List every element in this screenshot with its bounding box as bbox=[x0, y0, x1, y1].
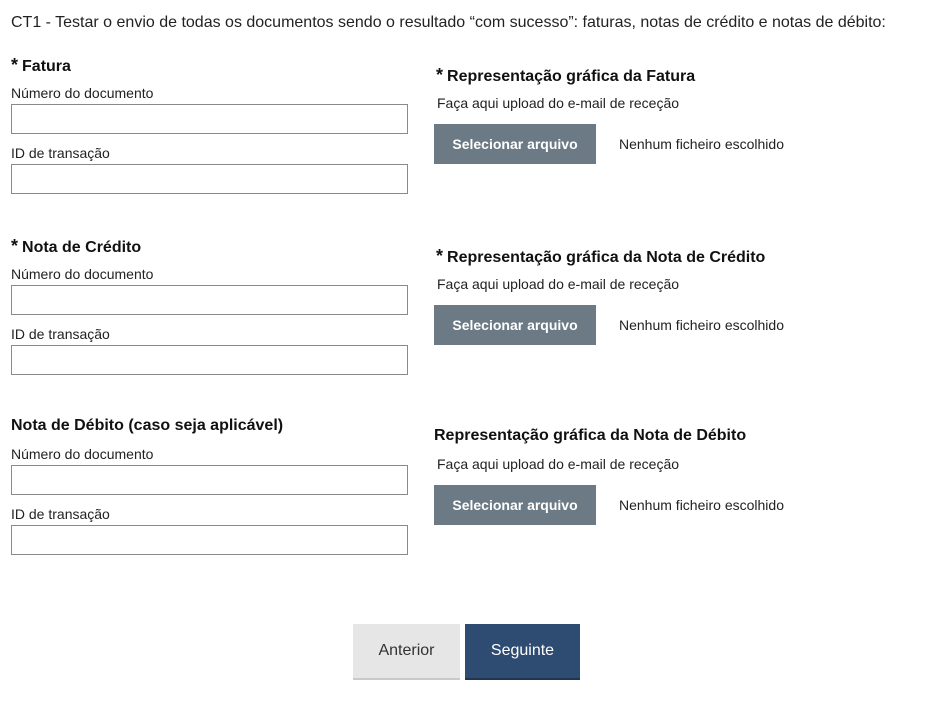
transaction-id-input[interactable] bbox=[11, 525, 408, 555]
upload-title: Representação gráfica da Nota de Débito bbox=[434, 427, 746, 445]
doc-number-label: Número do documento bbox=[11, 85, 154, 101]
previous-button[interactable]: Anterior bbox=[353, 624, 460, 680]
doc-number-input[interactable] bbox=[11, 104, 408, 134]
upload-title-text: Representação gráfica da Nota de Crédito bbox=[447, 249, 766, 266]
select-file-button[interactable]: Selecionar arquivo bbox=[434, 124, 596, 164]
upload-title-text: Representação gráfica da Nota de Débito bbox=[434, 427, 747, 444]
section-title-text: Fatura bbox=[22, 58, 71, 75]
select-file-button[interactable]: Selecionar arquivo bbox=[434, 485, 596, 525]
upload-hint: Faça aqui upload do e-mail de receção bbox=[437, 276, 680, 292]
next-button[interactable]: Seguinte bbox=[465, 624, 580, 680]
transaction-id-label: ID de transação bbox=[11, 506, 110, 522]
upload-title: * Representação gráfica da Fatura bbox=[436, 65, 695, 86]
upload-hint: Faça aqui upload do e-mail de receção bbox=[437, 95, 680, 111]
transaction-id-label: ID de transação bbox=[11, 326, 110, 342]
transaction-id-input[interactable] bbox=[11, 345, 408, 375]
transaction-id-input[interactable] bbox=[11, 164, 408, 194]
file-status: Nenhum ficheiro escolhido bbox=[619, 317, 784, 333]
required-marker: * bbox=[436, 246, 444, 266]
intro-text: CT1 - Testar o envio de todas os documen… bbox=[11, 14, 886, 31]
select-file-button[interactable]: Selecionar arquivo bbox=[434, 305, 596, 345]
upload-hint: Faça aqui upload do e-mail de receção bbox=[437, 456, 680, 472]
required-marker: * bbox=[436, 65, 444, 85]
transaction-id-label: ID de transação bbox=[11, 145, 110, 161]
section-title-text: Nota de Crédito bbox=[22, 239, 142, 256]
file-status: Nenhum ficheiro escolhido bbox=[619, 497, 784, 513]
upload-title-text: Representação gráfica da Fatura bbox=[447, 68, 696, 85]
section-title: * Nota de Crédito bbox=[11, 236, 141, 257]
section-title: Nota de Débito (caso seja aplicável) bbox=[11, 417, 283, 435]
doc-number-label: Número do documento bbox=[11, 446, 154, 462]
upload-title: * Representação gráfica da Nota de Crédit… bbox=[436, 246, 765, 267]
required-marker: * bbox=[11, 236, 19, 256]
doc-number-label: Número do documento bbox=[11, 266, 154, 282]
doc-number-input[interactable] bbox=[11, 285, 408, 315]
file-status: Nenhum ficheiro escolhido bbox=[619, 136, 784, 152]
required-marker: * bbox=[11, 55, 19, 75]
section-title: * Fatura bbox=[11, 55, 71, 76]
doc-number-input[interactable] bbox=[11, 465, 408, 495]
section-title-text: Nota de Débito (caso seja aplicável) bbox=[11, 417, 284, 434]
